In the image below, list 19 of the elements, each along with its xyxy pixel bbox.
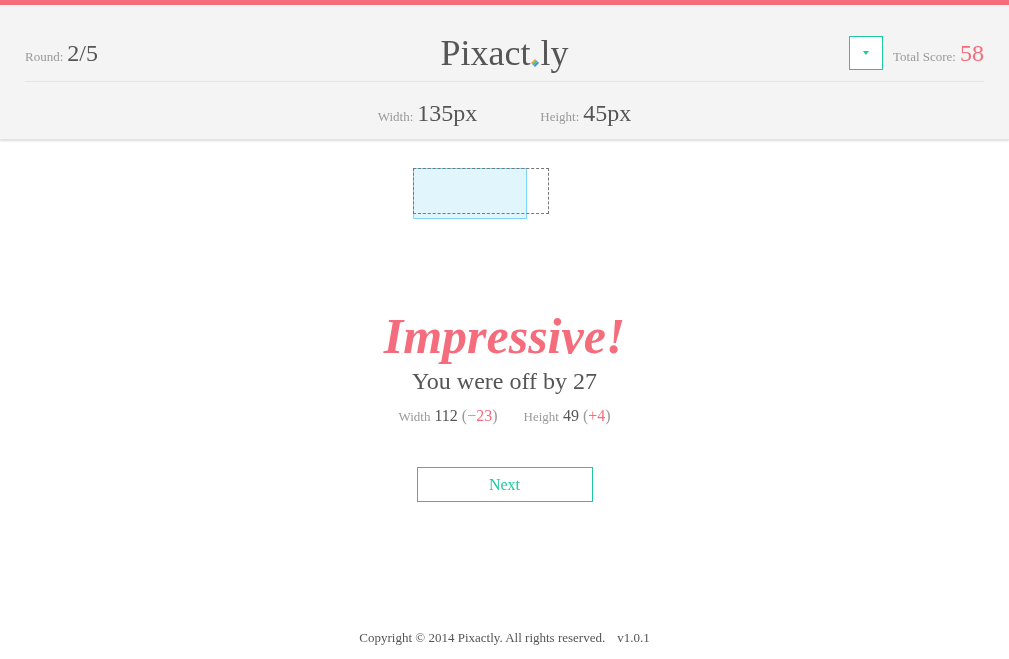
measure-result-text: Width 112 (−23) [398,406,498,427]
total-score-label: Total Score: [893,48,956,66]
round-value: 2/5 [67,39,98,68]
total-score-value: 58 [960,39,984,68]
measure-result-text: Height 49 (+4) [523,406,611,427]
striped-diamond-icon [531,59,540,67]
logo-text: Pixact [440,36,531,70]
target-dimension-value: 135px [417,99,478,128]
copyright-text: Copyright © 2014 Pixactly. All rights reserved. [359,629,606,647]
target-dimension-label: Width: [377,108,414,126]
version-text: v1.0.1 [617,629,650,647]
result-title: Impressive! [383,307,626,366]
next-button[interactable]: Next [416,467,593,502]
target-dimension-value: 45px [583,99,632,128]
round-label: Round: [25,48,64,66]
caret-down-icon [863,51,869,55]
dropdown-button[interactable] [849,36,883,70]
result-summary: You were off by 27 [411,367,598,396]
target-dimension-label: Height: [540,108,580,126]
